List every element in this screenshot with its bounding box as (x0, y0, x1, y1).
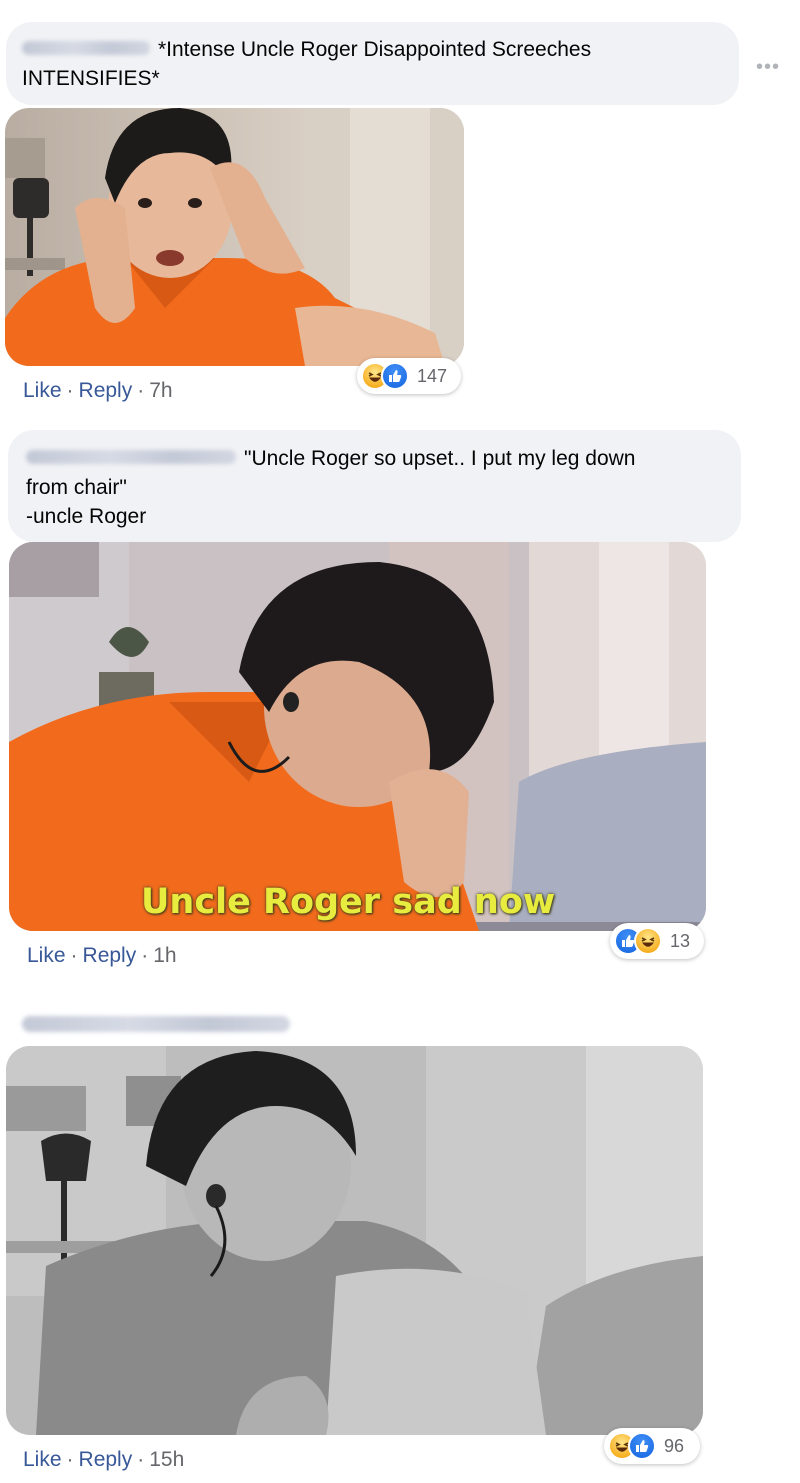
ellipsis-icon[interactable]: ••• (756, 57, 780, 77)
like-link[interactable]: Like (23, 1448, 62, 1471)
haha-reaction-icon (634, 927, 662, 955)
reaction-summary-3[interactable]: 96 (604, 1428, 700, 1464)
comment-actions-2: Like · Reply · 1h (27, 944, 177, 968)
separator: · (70, 944, 78, 967)
reaction-count: 96 (664, 1435, 685, 1456)
reaction-summary-2[interactable]: 13 (610, 923, 704, 959)
comment-actions-3: Like · Reply · 15h (23, 1448, 184, 1472)
gif-caption: Uncle Roger sad now (141, 882, 556, 922)
comment-bubble-1: *Intense Uncle Roger Disappointed Screec… (6, 22, 739, 105)
author-name-blurred[interactable] (22, 41, 150, 56)
reply-link[interactable]: Reply (79, 379, 133, 402)
like-reaction-icon (628, 1432, 656, 1460)
comment-text-line-1: "Uncle Roger so upset.. I put my leg dow… (26, 444, 723, 473)
reply-link[interactable]: Reply (83, 944, 137, 967)
separator: · (137, 1448, 145, 1471)
comment-text-line-2: from chair" (26, 476, 127, 499)
comment-gif-1[interactable] (5, 108, 464, 366)
author-name-blurred[interactable] (22, 1016, 290, 1032)
like-link[interactable]: Like (23, 379, 62, 402)
separator: · (66, 1448, 74, 1471)
author-name-blurred[interactable] (26, 450, 236, 465)
timestamp[interactable]: 15h (149, 1448, 184, 1471)
comment-text-line-3: -uncle Roger (26, 505, 147, 528)
like-reaction-icon (381, 362, 409, 390)
comment-bubble-2: "Uncle Roger so upset.. I put my leg dow… (8, 430, 741, 542)
comment-actions-1: Like · Reply · 7h (23, 379, 173, 403)
reaction-summary-1[interactable]: 147 (357, 358, 461, 394)
reply-link[interactable]: Reply (79, 1448, 133, 1471)
comment-gif-3[interactable] (6, 1046, 703, 1435)
separator: · (141, 944, 149, 967)
timestamp[interactable]: 7h (149, 379, 172, 402)
separator: · (66, 379, 74, 402)
reaction-count: 147 (417, 365, 448, 386)
reaction-count: 13 (670, 930, 691, 951)
timestamp[interactable]: 1h (153, 944, 176, 967)
like-link[interactable]: Like (27, 944, 66, 967)
comment-gif-2[interactable]: Uncle Roger sad now (9, 542, 706, 931)
separator: · (137, 379, 145, 402)
